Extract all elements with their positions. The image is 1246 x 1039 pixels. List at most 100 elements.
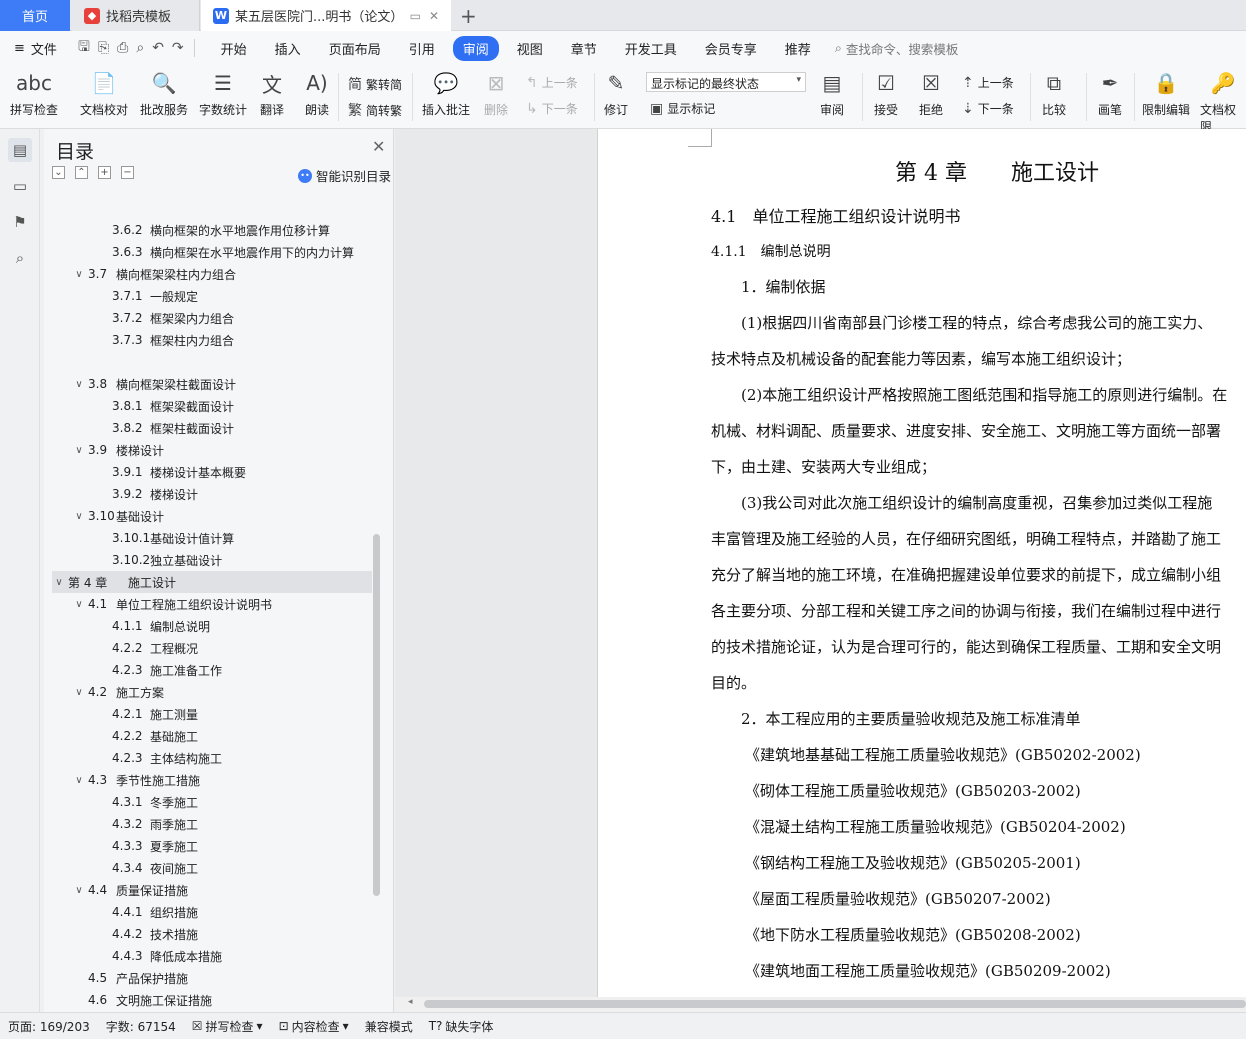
restore-icon[interactable]: ▭ — [410, 9, 421, 23]
read-aloud-button[interactable]: A) 朗读 — [303, 69, 331, 118]
tab-start[interactable]: 开始 — [211, 36, 257, 61]
word-count[interactable]: 字数: 67154 — [106, 1018, 176, 1035]
reject-button[interactable]: ☒ 拒绝 — [917, 69, 945, 118]
doc-proof-button[interactable]: 📄 文档校对 — [80, 69, 128, 118]
toc-item[interactable]: ∨ 第 4 章 施工设计 — [52, 571, 372, 593]
toc-item[interactable] — [52, 351, 372, 373]
toc-item[interactable]: 4.2.1 施工测量 — [52, 703, 372, 725]
search-icon[interactable]: ⌕ — [8, 246, 32, 270]
tab-docer-templates[interactable]: ◆ 找稻壳模板 — [72, 0, 200, 31]
expand-all-icon[interactable]: ⌃ — [75, 166, 88, 179]
accept-button[interactable]: ☑ 接受 — [872, 69, 900, 118]
toc-item[interactable]: ∨ 4.3 季节性施工措施 — [52, 769, 372, 791]
tab-document[interactable]: W 某五层医院门...明书（论文） ▭ ✕ — [201, 0, 451, 31]
tab-insert[interactable]: 插入 — [265, 36, 311, 61]
toc-item[interactable]: 3.7.1 一般规定 — [52, 285, 372, 307]
undo-icon[interactable]: ↶ — [152, 40, 164, 56]
close-icon[interactable]: ✕ — [372, 137, 385, 156]
toc-item[interactable]: ∨ 4.1 单位工程施工组织设计说明书 — [52, 593, 372, 615]
toc-item[interactable]: ∨ 3.7 横向框架梁柱内力组合 — [52, 263, 372, 285]
toc-expand-icon[interactable]: ∨ — [72, 379, 86, 390]
toc-item[interactable]: ∨ 3.9 楼梯设计 — [52, 439, 372, 461]
close-icon[interactable]: ✕ — [429, 9, 439, 23]
command-search[interactable]: ⌕ 查找命令、搜索模板 — [835, 39, 959, 58]
redo-icon[interactable]: ↷ — [172, 40, 184, 56]
scroll-left-icon[interactable]: ◂ — [408, 997, 413, 1007]
toc-icon[interactable]: ▤ — [8, 138, 32, 162]
toc-item[interactable]: 4.3.2 雨季施工 — [52, 813, 372, 835]
remove-level-icon[interactable]: − — [121, 166, 134, 179]
toc-expand-icon[interactable]: ∨ — [72, 885, 86, 896]
toc-expand-icon[interactable]: ∨ — [72, 775, 86, 786]
bookmark-icon[interactable]: ⚑ — [8, 210, 32, 234]
horizontal-scrollbar[interactable]: ◂ — [400, 997, 1246, 1011]
toc-item[interactable]: 3.10.1 基础设计值计算 — [52, 527, 372, 549]
toc-item[interactable]: 4.1.1 编制总说明 — [52, 615, 372, 637]
toc-expand-icon[interactable]: ∨ — [72, 269, 86, 280]
tab-member[interactable]: 会员专享 — [695, 36, 767, 61]
document-page[interactable]: 第 4 章 施工设计 4.1 单位工程施工组织设计说明书 4.1.1 编制总说明… — [597, 129, 1246, 997]
toc-item[interactable]: 4.2.2 工程概况 — [52, 637, 372, 659]
prev-comment-button[interactable]: ↰ 上一条 — [526, 74, 578, 91]
toc-expand-icon[interactable]: ∨ — [72, 445, 86, 456]
toc-item[interactable]: 4.3.3 夏季施工 — [52, 835, 372, 857]
toc-item[interactable]: 4.2.2 基础施工 — [52, 725, 372, 747]
toc-expand-icon[interactable]: ∨ — [72, 687, 86, 698]
word-count-button[interactable]: ☰ 字数统计 — [199, 69, 247, 118]
tab-view[interactable]: 视图 — [507, 36, 553, 61]
add-level-icon[interactable]: + — [98, 166, 111, 179]
toc-item[interactable]: 3.8.2 框架柱截面设计 — [52, 417, 372, 439]
tab-layout[interactable]: 页面布局 — [319, 36, 391, 61]
restrict-edit-button[interactable]: 🔒 限制编辑 — [1142, 69, 1190, 118]
print-icon[interactable]: ⎙ — [117, 40, 128, 56]
show-markup-button[interactable]: ▣ 显示标记 — [650, 100, 715, 117]
chapter-icon[interactable]: ▭ — [8, 174, 32, 198]
toc-item[interactable]: ∨ 3.8 横向框架梁柱截面设计 — [52, 373, 372, 395]
toc-item[interactable]: 3.9.1 楼梯设计基本概要 — [52, 461, 372, 483]
toc-item[interactable]: 3.8.1 框架梁截面设计 — [52, 395, 372, 417]
batch-service-button[interactable]: 🔍 批改服务 — [140, 69, 188, 118]
doc-permission-button[interactable]: 🔑 文档权限 — [1200, 69, 1246, 135]
toc-item[interactable]: 4.3.4 夜间施工 — [52, 857, 372, 879]
toc-item[interactable]: ∨ 4.2 施工方案 — [52, 681, 372, 703]
insert-comment-button[interactable]: 💬 插入批注 — [422, 69, 470, 118]
toc-item[interactable]: 4.2.3 施工准备工作 — [52, 659, 372, 681]
track-changes-button[interactable]: ✎ 修订 — [602, 69, 630, 118]
toc-scrollbar[interactable] — [373, 534, 380, 896]
toc-item[interactable]: 3.7.3 框架柱内力组合 — [52, 329, 372, 351]
toc-item[interactable]: 4.4.3 降低成本措施 — [52, 945, 372, 967]
scroll-thumb[interactable] — [424, 1000, 1246, 1008]
save-icon[interactable]: 🖫 — [78, 36, 90, 60]
toc-item[interactable]: 4.2.3 主体结构施工 — [52, 747, 372, 769]
missing-font-status[interactable]: T? 缺失字体 — [429, 1018, 494, 1035]
tab-chapter[interactable]: 章节 — [561, 36, 607, 61]
toc-expand-icon[interactable]: ∨ — [52, 577, 66, 588]
tab-review[interactable]: 审阅 — [452, 35, 499, 61]
toc-item[interactable]: ∨ 4.4 质量保证措施 — [52, 879, 372, 901]
toc-item[interactable]: 4.5 产品保护措施 — [52, 967, 372, 989]
prev-change-button[interactable]: ⇡ 上一条 — [962, 74, 1014, 91]
smart-toc-button[interactable]: •• 智能识别目录 — [298, 166, 391, 185]
next-comment-button[interactable]: ↳ 下一条 — [526, 100, 578, 117]
toc-item[interactable]: 3.9.2 楼梯设计 — [52, 483, 372, 505]
toc-item[interactable]: 4.4.2 技术措施 — [52, 923, 372, 945]
toc-item[interactable]: ∨ 3.10 基础设计 — [52, 505, 372, 527]
translate-button[interactable]: 文 翻译 — [258, 69, 286, 118]
toc-item[interactable]: 4.3.1 冬季施工 — [52, 791, 372, 813]
toc-item[interactable]: 3.6.2 横向框架的水平地震作用位移计算 — [52, 219, 372, 241]
markup-state-select[interactable]: 显示标记的最终状态 ▾ — [646, 72, 806, 92]
file-menu[interactable]: ≡ 文件 — [0, 39, 70, 58]
review-pane-button[interactable]: ▤ 审阅 — [818, 69, 846, 118]
toc-item[interactable]: 3.10.2 独立基础设计 — [52, 549, 372, 571]
content-check-status[interactable]: ⊡ 内容检查 ▾ — [279, 1018, 349, 1035]
spell-check-status[interactable]: ☒ 拼写检查 ▾ — [192, 1018, 263, 1035]
tab-recommend[interactable]: 推荐 — [775, 36, 821, 61]
compare-button[interactable]: ⧉ 比较 — [1040, 69, 1068, 118]
tab-developer[interactable]: 开发工具 — [615, 36, 687, 61]
next-change-button[interactable]: ⇣ 下一条 — [962, 100, 1014, 117]
toc-item[interactable]: 3.6.3 横向框架在水平地震作用下的内力计算 — [52, 241, 372, 263]
toc-expand-icon[interactable]: ∨ — [72, 511, 86, 522]
collapse-all-icon[interactable]: ⌄ — [52, 166, 65, 179]
toc-expand-icon[interactable]: ∨ — [72, 599, 86, 610]
toc-item[interactable]: 3.7.2 框架梁内力组合 — [52, 307, 372, 329]
